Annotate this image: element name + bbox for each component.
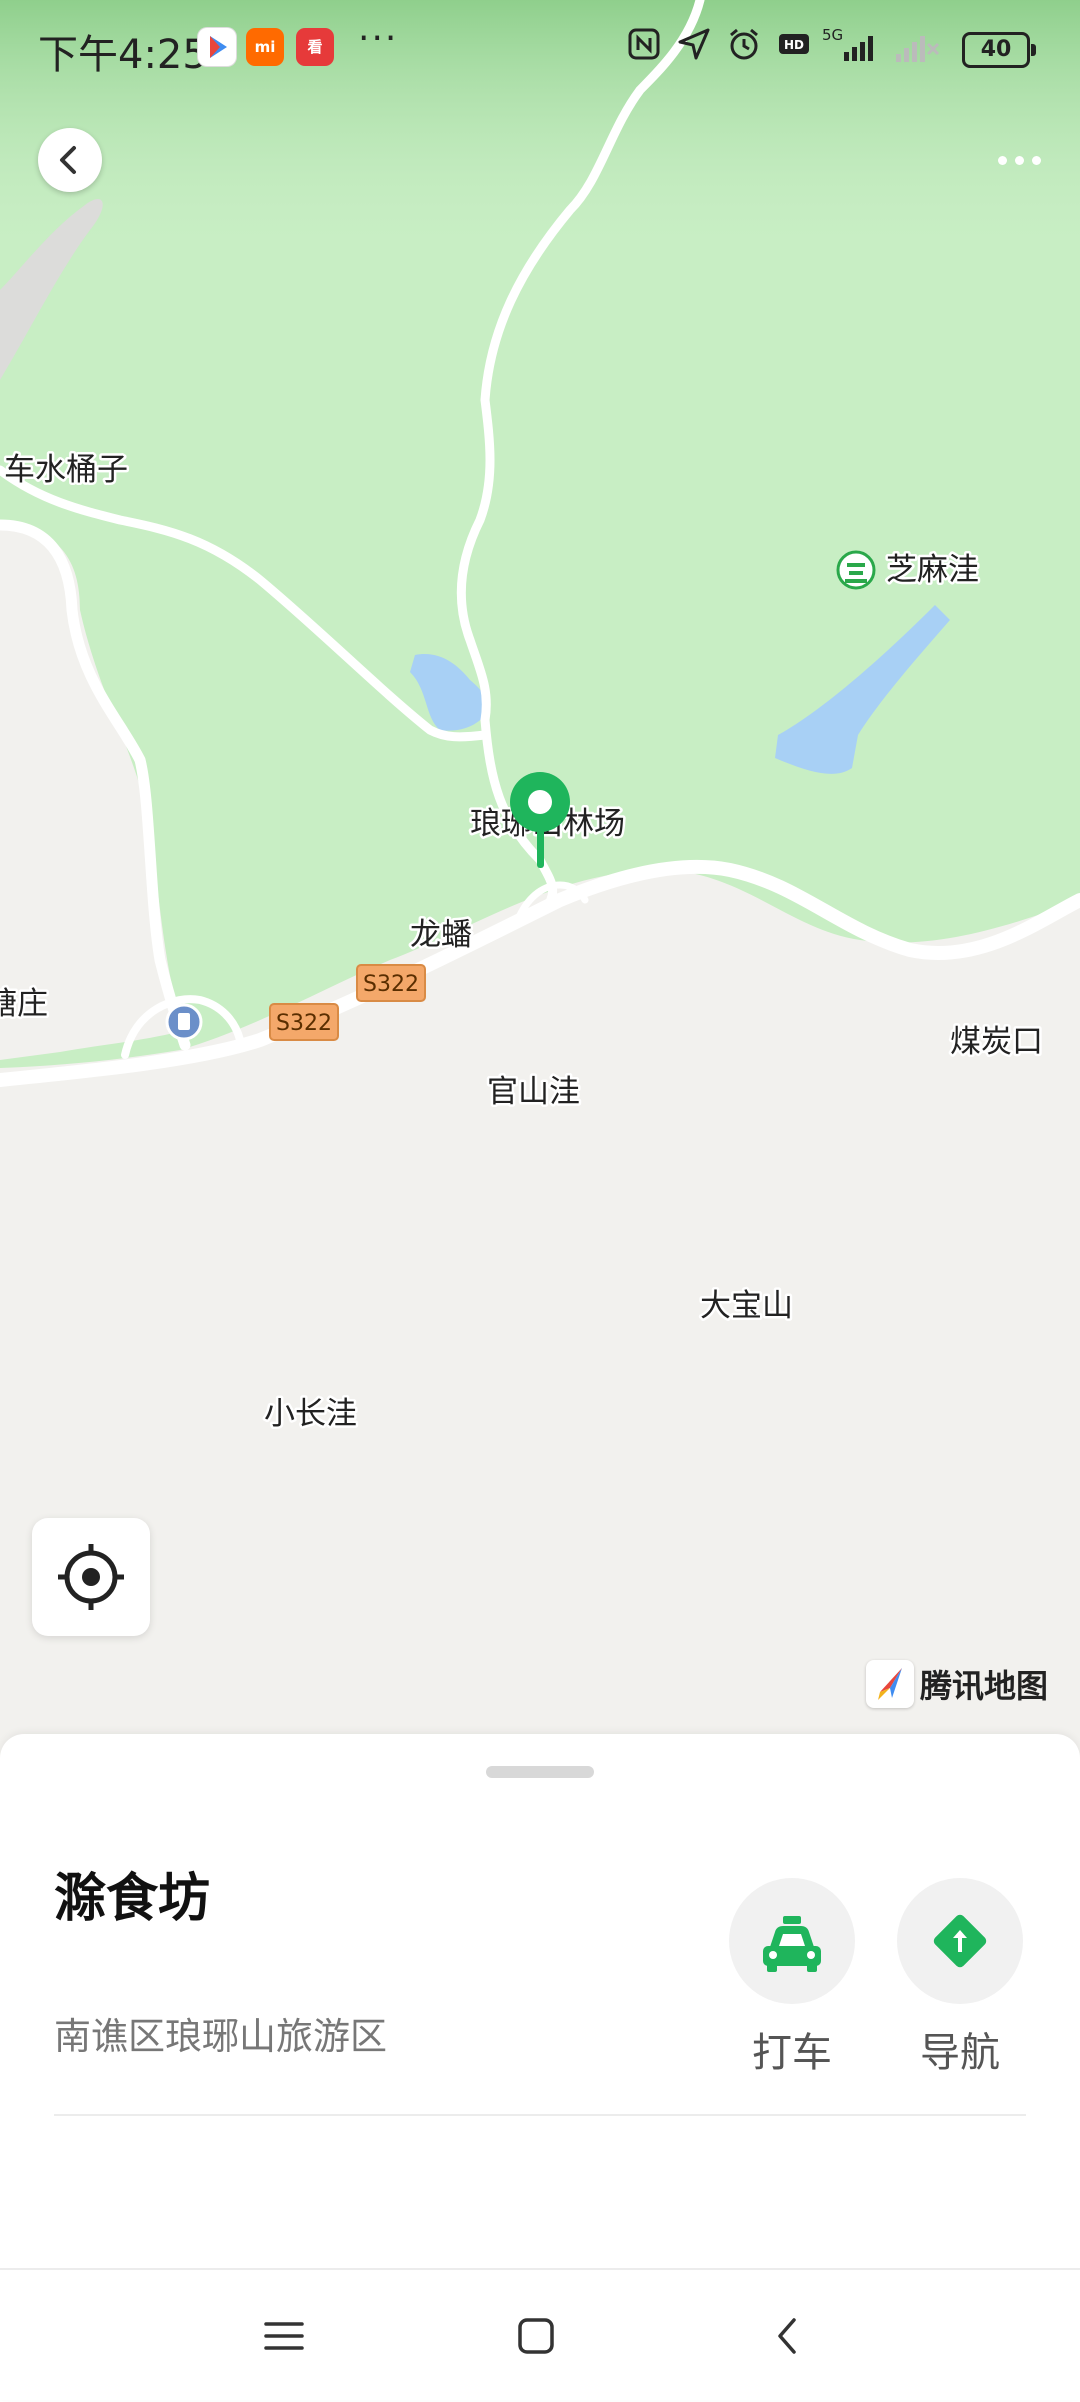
back-button[interactable] <box>38 128 102 192</box>
nfc-icon <box>626 26 662 71</box>
svg-text:HD: HD <box>784 38 804 52</box>
mi-store-icon: mi <box>246 28 284 66</box>
map-label-guanshanwa[interactable]: 官山洼 <box>485 1072 583 1113</box>
battery-indicator: 40 <box>962 32 1036 68</box>
map-label-meitankou[interactable]: 煤炭口 <box>948 1022 1046 1063</box>
attribution-text: 腾讯地图 <box>920 1667 1049 1705</box>
svg-text:S322: S322 <box>276 1011 332 1036</box>
menu-button[interactable] <box>254 2306 314 2366</box>
place-address: 南谯区琅琊山旅游区 <box>54 2015 387 2058</box>
map-label-chesuitongzi[interactable]: 车水桶子 <box>2 450 131 491</box>
news-app-icon: 看 <box>296 28 334 66</box>
tencent-map-logo-icon <box>866 1660 914 1708</box>
map-label-zhimawa[interactable]: 芝麻洼 <box>884 550 982 591</box>
back-triangle-icon <box>778 2318 796 2354</box>
taxi-button[interactable]: 打车 <box>728 1878 856 2078</box>
system-nav-bar <box>0 2268 1080 2402</box>
map-label-tangzhuang[interactable]: 塘庄 <box>0 984 51 1025</box>
chevron-left-icon <box>60 146 76 174</box>
svg-text:S322: S322 <box>363 972 419 997</box>
navigate-button[interactable]: 导航 <box>896 1878 1024 2078</box>
place-title: 滁食坊 <box>54 1869 211 1929</box>
map-attribution: 腾讯地图 <box>866 1658 1048 1710</box>
navigate-label: 导航 <box>920 2030 1000 2076</box>
more-options-button[interactable] <box>990 140 1050 180</box>
taxi-label: 打车 <box>752 2030 832 2076</box>
play-store-icon <box>198 28 236 66</box>
road-badge-s322-upper: S322 <box>356 964 426 1002</box>
home-icon <box>518 2318 554 2354</box>
svg-text:5G: 5G <box>822 26 843 44</box>
status-more-icon: ··· <box>358 18 399 59</box>
status-time: 下午4:25 <box>38 32 208 78</box>
location-icon <box>676 26 712 71</box>
navigation-icon <box>933 1914 987 1968</box>
menu-icon <box>264 2322 304 2350</box>
map-canvas[interactable]: S322 S322 车水桶子 芝麻洼 琅琊山林场 龙蟠 塘庄 煤炭口 官山洼 大… <box>0 0 1080 1760</box>
signal-secondary-icon <box>892 26 942 75</box>
transit-icon[interactable] <box>165 1003 203 1041</box>
road-badge-s322-lower: S322 <box>269 1003 339 1041</box>
home-button[interactable] <box>506 2306 566 2366</box>
signal-5g-icon: 5G <box>822 26 888 75</box>
poi-zhimawa-icon[interactable] <box>836 550 876 590</box>
sheet-divider <box>54 2114 1026 2116</box>
sheet-drag-handle[interactable] <box>486 1766 594 1778</box>
system-back-button[interactable] <box>758 2306 818 2366</box>
hd-icon: HD <box>776 26 812 71</box>
locate-me-button[interactable] <box>32 1518 150 1636</box>
taxi-icon <box>763 1916 821 1972</box>
map-label-longfan[interactable]: 龙蟠 <box>408 915 475 956</box>
crosshair-icon <box>58 1544 124 1610</box>
map-label-xiaochangwa[interactable]: 小长洼 <box>262 1394 360 1435</box>
alarm-icon <box>726 26 762 71</box>
map-label-dabaoshan[interactable]: 大宝山 <box>698 1286 796 1327</box>
status-bar: 下午4:25 mi 看 ··· HD 5G 40 <box>0 0 1080 96</box>
